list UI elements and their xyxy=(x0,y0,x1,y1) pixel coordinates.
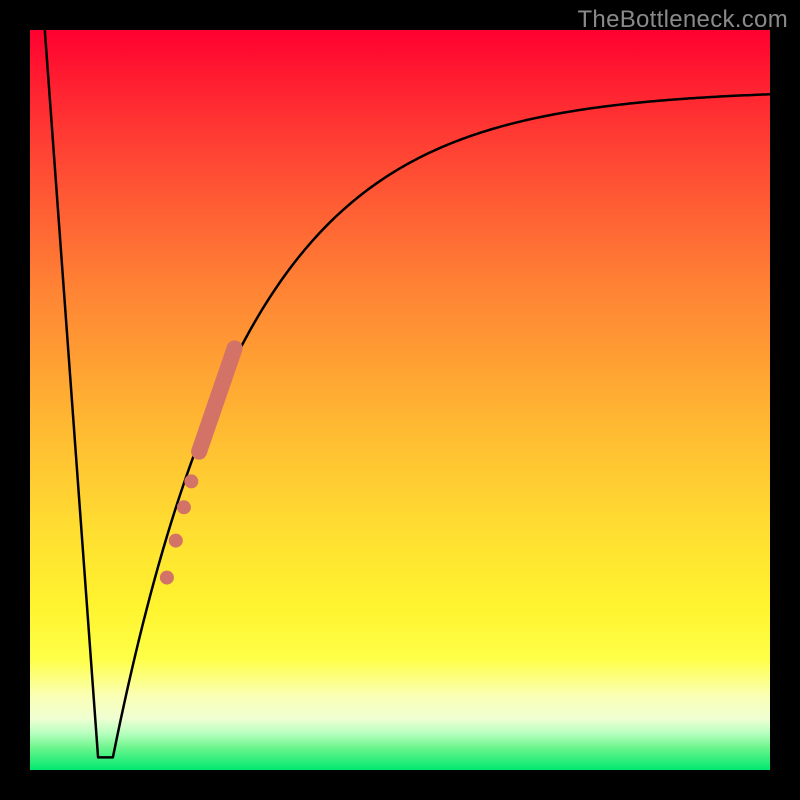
curve-layer xyxy=(30,30,770,770)
plot-area xyxy=(30,30,770,770)
chart-stage: TheBottleneck.com xyxy=(0,0,800,800)
scatter-point xyxy=(169,534,183,548)
scatter-band xyxy=(189,338,245,462)
scatter-point xyxy=(184,474,198,488)
scatter-points xyxy=(160,338,245,584)
scatter-point xyxy=(177,500,191,514)
bottleneck-curve xyxy=(45,30,770,757)
scatter-point xyxy=(160,571,174,585)
